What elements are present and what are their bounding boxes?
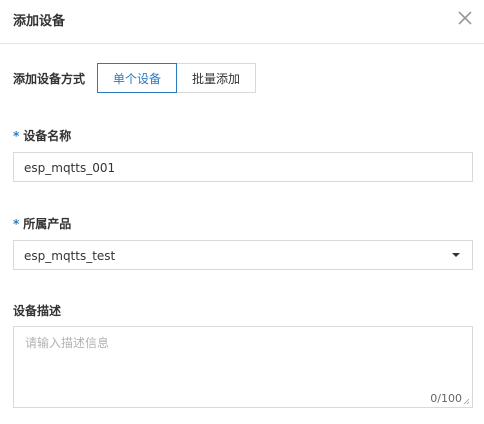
chevron-down-icon[interactable] <box>452 253 460 257</box>
device-name-input[interactable]: esp_mqtts_001 <box>13 152 473 182</box>
required-mark: * <box>13 217 20 231</box>
dialog-header: 添加设备 <box>0 0 484 44</box>
product-value: esp_mqtts_test <box>24 249 116 263</box>
product-label: * 所属产品 <box>13 215 71 232</box>
description-placeholder: 请输入描述信息 <box>25 336 110 350</box>
add-device-dialog: 添加设备 添加设备方式 单个设备 批量添加 * 设备名称 esp_mqtts_00… <box>0 0 484 424</box>
required-mark: * <box>13 129 20 143</box>
product-label-text: 所属产品 <box>23 217 72 231</box>
description-textarea[interactable]: 请输入描述信息 0/100 <box>13 326 473 408</box>
add-mode-label: 添加设备方式 <box>13 72 86 86</box>
close-icon[interactable] <box>456 9 474 27</box>
add-mode-toggle: 单个设备 批量添加 <box>97 63 256 93</box>
device-name-label-text: 设备名称 <box>23 129 72 143</box>
batch-add-button[interactable]: 批量添加 <box>177 63 256 93</box>
dialog-title: 添加设备 <box>13 14 66 29</box>
device-name-label: * 设备名称 <box>13 127 71 144</box>
description-label: 设备描述 <box>13 304 62 318</box>
device-name-value: esp_mqtts_001 <box>24 161 116 175</box>
product-select[interactable]: esp_mqtts_test <box>13 240 473 270</box>
resize-handle-icon[interactable] <box>463 398 470 405</box>
char-counter: 0/100 <box>430 392 462 405</box>
single-device-button[interactable]: 单个设备 <box>97 63 177 93</box>
